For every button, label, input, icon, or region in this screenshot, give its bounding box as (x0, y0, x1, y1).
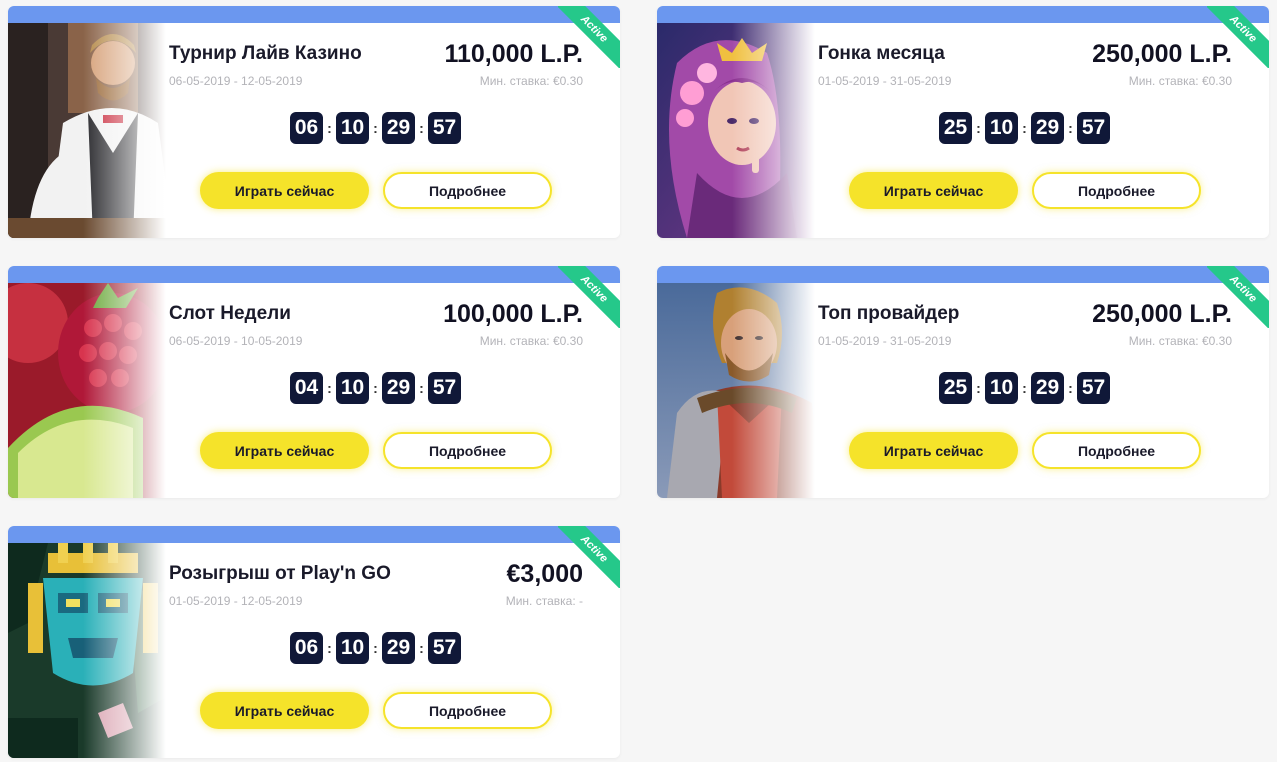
countdown-seconds: 57 (428, 112, 461, 144)
live-dealer-image[interactable] (8, 23, 173, 238)
fruit-slot-image[interactable] (8, 283, 173, 498)
card-header-bar (8, 266, 620, 283)
countdown-hours: 10 (336, 632, 369, 664)
tournament-card: Active Слот Недели 06-05-2019 - 10-05-20… (8, 266, 620, 498)
countdown-separator: : (419, 640, 424, 656)
countdown-timer: 06 : 10 : 29 : 57 (290, 632, 461, 664)
tournament-card: Active Розыгрыш от Play'n GO 01-05-2019 … (8, 526, 620, 758)
countdown-separator: : (1068, 380, 1073, 396)
tournament-min-bet: Мин. ставка: €0.30 (1128, 334, 1232, 348)
tournament-card: Active Турнир Лайв Казино 06-05-2019 - 1… (8, 6, 620, 238)
tournament-prize: 110,000 L.P. (444, 40, 583, 68)
tournament-dates: 06-05-2019 - 12-05-2019 (169, 74, 303, 88)
countdown-seconds: 57 (428, 372, 461, 404)
details-button[interactable]: Подробнее (383, 432, 552, 469)
tournament-min-bet: Мин. ставка: - (505, 594, 583, 608)
countdown-separator: : (327, 640, 332, 656)
tournament-min-bet: Мин. ставка: €0.30 (1128, 74, 1232, 88)
tournament-title: Турнир Лайв Казино (169, 43, 362, 64)
countdown-days: 25 (939, 372, 972, 404)
tournament-min-bet: Мин. ставка: €0.30 (479, 334, 583, 348)
countdown-hours: 10 (336, 112, 369, 144)
countdown-hours: 10 (985, 112, 1018, 144)
countdown-separator: : (373, 380, 378, 396)
knight-character-image[interactable] (657, 283, 822, 498)
details-button[interactable]: Подробнее (1032, 172, 1201, 209)
countdown-hours: 10 (985, 372, 1018, 404)
tournament-prize: 250,000 L.P. (1092, 40, 1232, 68)
countdown-separator: : (419, 120, 424, 136)
countdown-separator: : (419, 380, 424, 396)
play-now-button[interactable]: Играть сейчас (200, 692, 369, 729)
details-button[interactable]: Подробнее (383, 692, 552, 729)
countdown-minutes: 29 (1031, 372, 1064, 404)
countdown-minutes: 29 (1031, 112, 1064, 144)
play-now-button[interactable]: Играть сейчас (200, 172, 369, 209)
countdown-separator: : (373, 120, 378, 136)
countdown-separator: : (976, 120, 981, 136)
tournament-card: Active Гонка месяца 01-05-2019 - 31-05-2… (657, 6, 1269, 238)
tournament-card: Active Топ провайдер 01-05-2019 - 31-05-… (657, 266, 1269, 498)
countdown-separator: : (1022, 120, 1027, 136)
countdown-minutes: 29 (382, 632, 415, 664)
tournament-dates: 06-05-2019 - 10-05-2019 (169, 334, 303, 348)
card-header-bar (657, 6, 1269, 23)
play-now-button[interactable]: Играть сейчас (849, 432, 1018, 469)
countdown-hours: 10 (336, 372, 369, 404)
tournament-title: Топ провайдер (818, 303, 960, 324)
countdown-timer: 04 : 10 : 29 : 57 (290, 372, 461, 404)
countdown-separator: : (1068, 120, 1073, 136)
countdown-minutes: 29 (382, 372, 415, 404)
countdown-seconds: 57 (1077, 372, 1110, 404)
tournament-min-bet: Мин. ставка: €0.30 (479, 74, 583, 88)
countdown-timer: 25 : 10 : 29 : 57 (939, 112, 1110, 144)
countdown-days: 06 (290, 112, 323, 144)
card-header-bar (657, 266, 1269, 283)
countdown-seconds: 57 (1077, 112, 1110, 144)
aztec-mask-image[interactable] (8, 543, 173, 758)
countdown-days: 04 (290, 372, 323, 404)
tournament-dates: 01-05-2019 - 31-05-2019 (818, 334, 952, 348)
tournament-prize: 100,000 L.P. (443, 300, 583, 328)
countdown-separator: : (373, 640, 378, 656)
details-button[interactable]: Подробнее (1032, 432, 1201, 469)
countdown-separator: : (1022, 380, 1027, 396)
tournament-prize: €3,000 (506, 560, 583, 588)
countdown-days: 25 (939, 112, 972, 144)
countdown-timer: 25 : 10 : 29 : 57 (939, 372, 1110, 404)
card-header-bar (8, 526, 620, 543)
countdown-separator: : (327, 380, 332, 396)
tournament-title: Слот Недели (169, 303, 291, 324)
play-now-button[interactable]: Играть сейчас (200, 432, 369, 469)
tournament-prize: 250,000 L.P. (1092, 300, 1232, 328)
countdown-separator: : (327, 120, 332, 136)
card-header-bar (8, 6, 620, 23)
countdown-minutes: 29 (382, 112, 415, 144)
tournament-title: Гонка месяца (818, 43, 945, 64)
countdown-seconds: 57 (428, 632, 461, 664)
countdown-separator: : (976, 380, 981, 396)
countdown-timer: 06 : 10 : 29 : 57 (290, 112, 461, 144)
countdown-days: 06 (290, 632, 323, 664)
details-button[interactable]: Подробнее (383, 172, 552, 209)
tournament-dates: 01-05-2019 - 31-05-2019 (818, 74, 952, 88)
tournament-title: Розыгрыш от Play'n GO (169, 563, 391, 584)
fairy-character-image[interactable] (657, 23, 822, 238)
play-now-button[interactable]: Играть сейчас (849, 172, 1018, 209)
tournament-dates: 01-05-2019 - 12-05-2019 (169, 594, 303, 608)
